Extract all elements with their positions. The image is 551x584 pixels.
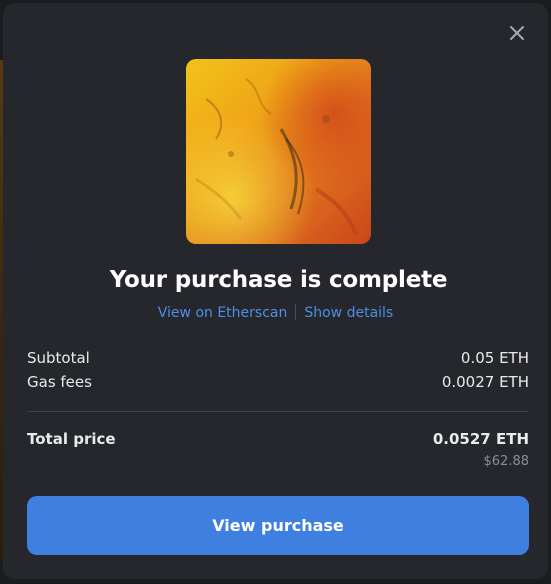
page-title: Your purchase is complete xyxy=(109,267,448,293)
show-details-link[interactable]: Show details xyxy=(304,305,393,321)
total-price-value: 0.0527 ETH xyxy=(432,430,529,448)
nft-artwork-image xyxy=(186,59,371,244)
purchase-complete-modal: Your purchase is complete xyxy=(3,3,548,579)
view-on-etherscan-link[interactable]: View on Etherscan xyxy=(158,305,288,321)
gas-fees-label: Gas fees xyxy=(27,373,92,391)
view-purchase-button[interactable]: View purchase xyxy=(27,496,529,555)
subtotal-row: Subtotal 0.05 ETH xyxy=(27,349,529,367)
transaction-links: View on Etherscan Show details xyxy=(0,304,551,321)
total-price-label: Total price xyxy=(27,430,116,448)
total-price-row: Total price 0.0527 ETH xyxy=(27,430,529,448)
subtotal-label: Subtotal xyxy=(27,349,90,367)
total-usd-value: $62.88 xyxy=(483,454,530,469)
link-divider xyxy=(295,304,297,320)
summary-divider xyxy=(27,411,529,412)
subtotal-value: 0.05 ETH xyxy=(460,349,529,367)
gas-fees-value: 0.0027 ETH xyxy=(441,373,529,391)
close-icon[interactable] xyxy=(507,23,527,43)
gas-fees-row: Gas fees 0.0027 ETH xyxy=(27,373,529,391)
